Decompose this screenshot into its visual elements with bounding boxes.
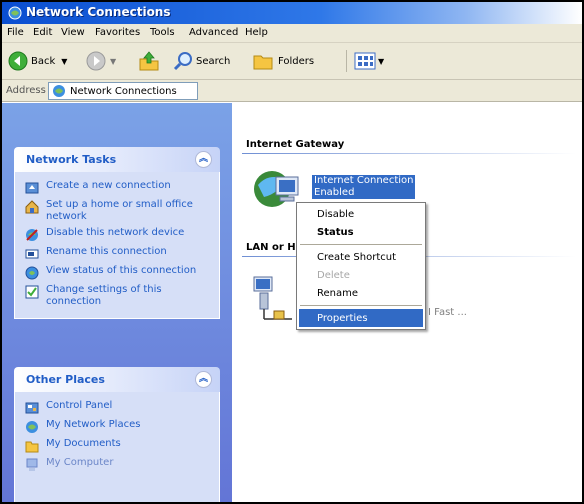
other-places-header[interactable]: Other Places ︽ xyxy=(14,367,220,392)
forward-button[interactable]: ▼ xyxy=(86,50,116,72)
place-label: Control Panel xyxy=(46,400,113,411)
search-label: Search xyxy=(196,55,231,67)
my-network-places-icon xyxy=(26,421,38,433)
task-label: Disable this network device xyxy=(46,227,185,238)
menu-advanced[interactable]: Advanced xyxy=(189,27,238,38)
network-tasks-body: Create a new connection Set up a home or… xyxy=(14,172,220,319)
network-tasks-panel: Network Tasks ︽ Create a new connection … xyxy=(14,147,220,319)
task-change-settings[interactable]: Change settings of this connection xyxy=(25,284,211,308)
task-disable-device[interactable]: Disable this network device xyxy=(25,227,211,242)
task-rename-connection[interactable]: Rename this connection xyxy=(25,246,211,261)
address-bar: Address Network Connections xyxy=(2,80,582,102)
task-label: Set up a home or small office network xyxy=(46,199,193,222)
home-network-icon xyxy=(25,200,39,214)
task-create-connection[interactable]: Create a new connection xyxy=(25,180,211,195)
menu-help[interactable]: Help xyxy=(245,27,268,38)
menu-view[interactable]: View xyxy=(61,27,85,38)
back-button[interactable]: Back ▼ xyxy=(8,50,67,72)
menu-bar: File Edit View Favorites Tools Advanced … xyxy=(2,24,582,43)
menu-item-delete: Delete xyxy=(317,269,350,281)
forward-dropdown-icon[interactable]: ▼ xyxy=(110,57,116,66)
title-bar[interactable]: Network Connections xyxy=(2,2,582,24)
views-dropdown-icon[interactable]: ▼ xyxy=(378,57,384,66)
network-tasks-header[interactable]: Network Tasks ︽ xyxy=(14,147,220,172)
menu-favorites[interactable]: Favorites xyxy=(95,27,140,38)
menu-separator xyxy=(300,305,422,306)
connection-name: Internet Connection xyxy=(314,175,414,186)
task-view-status[interactable]: View status of this connection xyxy=(25,265,211,280)
place-label: My Documents xyxy=(46,438,121,449)
toolbar: Back ▼ ▼ Search Folders ▼ xyxy=(2,43,582,80)
change-settings-icon xyxy=(25,285,39,299)
menu-item-rename[interactable]: Rename xyxy=(299,284,423,302)
menu-item-properties[interactable]: Properties xyxy=(299,309,423,327)
task-home-network[interactable]: Set up a home or small office network xyxy=(25,199,211,223)
place-label: My Network Places xyxy=(46,419,141,430)
place-my-documents[interactable]: My Documents xyxy=(25,438,211,453)
group-lan: LAN or H xyxy=(246,242,296,253)
up-folder-icon xyxy=(139,51,159,71)
network-connections-icon xyxy=(8,6,22,20)
back-arrow-icon xyxy=(8,51,28,71)
task-pane: Network Tasks ︽ Create a new connection … xyxy=(2,103,232,502)
address-value: Network Connections xyxy=(70,85,177,97)
task-label: Create a new connection xyxy=(46,180,171,191)
control-panel-icon xyxy=(25,402,39,414)
task-label: View status of this connection xyxy=(46,265,197,276)
folders-icon xyxy=(253,55,273,70)
menu-item-status[interactable]: Status xyxy=(299,223,423,241)
menu-file[interactable]: File xyxy=(7,27,24,38)
collapse-chevron-icon[interactable]: ︽ xyxy=(195,371,212,388)
task-label: Change settings of this connection xyxy=(46,284,162,307)
network-tasks-title: Network Tasks xyxy=(26,153,117,166)
menu-edit[interactable]: Edit xyxy=(33,27,52,38)
my-computer-icon xyxy=(26,458,38,471)
place-label: My Computer xyxy=(46,457,114,468)
back-dropdown-icon[interactable]: ▼ xyxy=(61,57,67,66)
other-places-body: Control Panel My Network Places My Docum… xyxy=(14,392,220,502)
lan-connection-icon xyxy=(253,276,292,320)
task-label: Rename this connection xyxy=(46,246,167,257)
rename-icon xyxy=(25,249,39,259)
group-divider xyxy=(242,153,576,154)
views-icon xyxy=(354,52,376,70)
place-my-computer[interactable]: My Computer xyxy=(25,457,211,472)
content-area: Network Tasks ︽ Create a new connection … xyxy=(2,103,582,502)
toolbar-separator xyxy=(346,50,347,72)
back-label: Back xyxy=(31,55,56,67)
my-documents-icon xyxy=(25,441,39,453)
search-icon xyxy=(173,52,192,71)
menu-tools[interactable]: Tools xyxy=(150,27,175,38)
internet-connection-label: Internet Connection Enabled xyxy=(312,175,416,199)
views-button[interactable]: ▼ xyxy=(354,50,384,72)
window: Network Connections File Edit View Favor… xyxy=(0,0,584,504)
folders-button[interactable]: Folders xyxy=(252,50,314,72)
other-places-title: Other Places xyxy=(26,373,105,386)
disable-device-icon xyxy=(26,229,38,241)
place-my-network-places[interactable]: My Network Places xyxy=(25,419,211,434)
up-folder-button[interactable] xyxy=(138,50,160,72)
search-button[interactable]: Search xyxy=(172,50,230,72)
place-control-panel[interactable]: Control Panel xyxy=(25,400,211,415)
connection-status: Enabled xyxy=(314,187,355,198)
forward-arrow-icon xyxy=(86,51,106,71)
new-connection-icon xyxy=(25,182,39,194)
folders-label: Folders xyxy=(278,55,315,67)
lan-connection-partial-label: I Fast ... xyxy=(428,307,467,318)
collapse-chevron-icon[interactable]: ︽ xyxy=(195,151,212,168)
address-label: Address xyxy=(6,85,46,96)
address-field[interactable]: Network Connections xyxy=(48,82,198,100)
group-internet-gateway: Internet Gateway xyxy=(246,139,345,150)
menu-item-disable[interactable]: Disable xyxy=(299,205,423,223)
other-places-panel: Other Places ︽ Control Panel My Network … xyxy=(14,367,220,502)
context-menu: Disable Status Create Shortcut Delete Re… xyxy=(296,202,426,330)
view-status-icon xyxy=(25,266,39,280)
menu-separator xyxy=(300,244,422,245)
window-title: Network Connections xyxy=(26,5,171,19)
network-connections-small-icon xyxy=(53,85,65,97)
menu-item-create-shortcut[interactable]: Create Shortcut xyxy=(299,248,423,266)
